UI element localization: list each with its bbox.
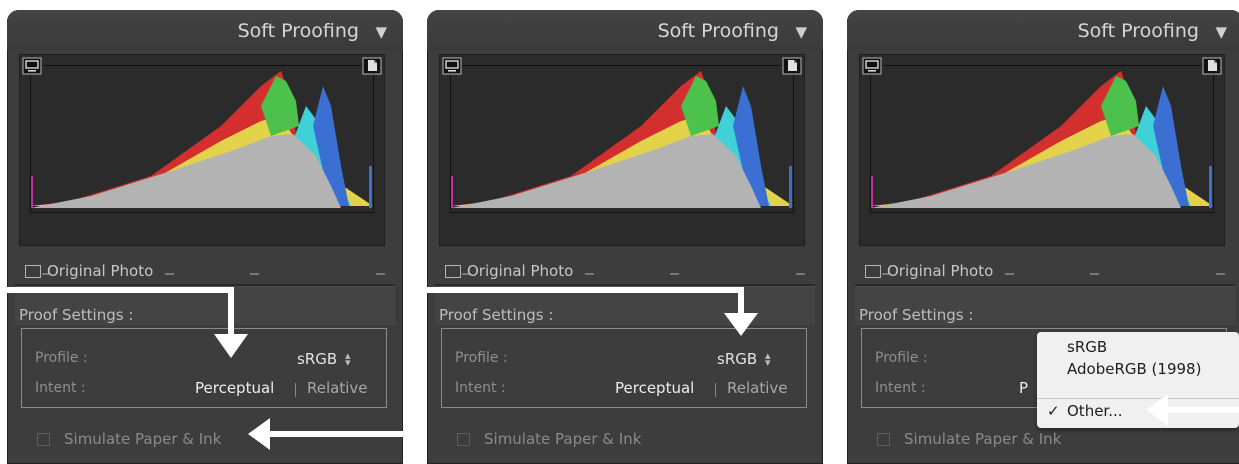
- original-photo-label: Original Photo: [47, 262, 154, 280]
- simulate-paper-ink-label: Simulate Paper & Ink: [484, 430, 642, 448]
- simulate-paper-ink-checkbox[interactable]: Simulate Paper & Ink: [457, 430, 641, 448]
- simulate-paper-ink-checkbox[interactable]: Simulate Paper & Ink: [37, 430, 221, 448]
- intent-perceptual-button[interactable]: Perceptual: [615, 379, 694, 397]
- histogram: [439, 54, 805, 275]
- panel-title[interactable]: Soft Proofing: [238, 20, 359, 42]
- original-photo-checkbox[interactable]: Original Photo: [865, 262, 993, 280]
- original-photo-checkbox[interactable]: Original Photo: [445, 262, 573, 280]
- intent-perceptual-button[interactable]: P: [1019, 379, 1028, 397]
- profile-label: Profile :: [875, 350, 928, 366]
- simulate-paper-ink-label: Simulate Paper & Ink: [904, 430, 1062, 448]
- intent-label: Intent :: [455, 380, 506, 396]
- proof-settings-label: Proof Settings :: [19, 306, 134, 324]
- checkbox-icon[interactable]: [445, 264, 461, 278]
- profile-select[interactable]: sRGB: [717, 350, 757, 368]
- dropdown-option-srgb[interactable]: sRGB: [1067, 338, 1107, 356]
- intent-relative-button[interactable]: Relative: [727, 379, 788, 397]
- simulate-paper-ink-checkbox[interactable]: Simulate Paper & Ink: [877, 430, 1061, 448]
- profile-label: Profile :: [35, 350, 88, 366]
- histogram: [19, 54, 385, 275]
- monitor-icon[interactable]: [442, 57, 462, 75]
- soft-proofing-panel-1: Soft Proofing ▼ Original Photo Proof Set…: [7, 10, 403, 464]
- stepper-icon[interactable]: ▴ ▾: [765, 350, 771, 368]
- triangle-down-icon[interactable]: ▼: [1215, 23, 1227, 41]
- intent-relative-button[interactable]: Relative: [307, 379, 368, 397]
- original-photo-label: Original Photo: [887, 262, 994, 280]
- profile-select[interactable]: sRGB: [297, 350, 337, 368]
- document-icon[interactable]: [1202, 57, 1222, 75]
- document-icon[interactable]: [362, 57, 382, 75]
- intent-label: Intent :: [875, 380, 926, 396]
- histogram-graph: [870, 65, 1214, 213]
- checkbox-icon[interactable]: [37, 432, 50, 446]
- checkbox-icon[interactable]: [25, 264, 41, 278]
- panel-title[interactable]: Soft Proofing: [658, 20, 779, 42]
- soft-proofing-panel-2: Soft Proofing ▼ Original Photo Proof Set…: [427, 10, 823, 464]
- checkbox-icon[interactable]: [457, 432, 470, 446]
- proof-settings-label: Proof Settings :: [439, 306, 554, 324]
- stepper-icon[interactable]: ▴ ▾: [345, 350, 351, 368]
- panel-title[interactable]: Soft Proofing: [1078, 20, 1199, 42]
- checkmark-icon: ✓: [1047, 402, 1060, 420]
- checkbox-icon[interactable]: [865, 264, 881, 278]
- intent-divider: [715, 383, 716, 397]
- proof-settings-label: Proof Settings :: [859, 306, 974, 324]
- dropdown-option-adobergb[interactable]: AdobeRGB (1998): [1067, 360, 1201, 378]
- triangle-down-icon[interactable]: ▼: [375, 23, 387, 41]
- histogram-graph: [450, 65, 794, 213]
- monitor-icon[interactable]: [22, 57, 42, 75]
- monitor-icon[interactable]: [862, 57, 882, 75]
- dropdown-divider: [1037, 398, 1239, 399]
- histogram-graph: [30, 65, 374, 213]
- triangle-down-icon[interactable]: ▼: [795, 23, 807, 41]
- checkbox-icon[interactable]: [877, 432, 890, 446]
- profile-label: Profile :: [455, 350, 508, 366]
- simulate-paper-ink-label: Simulate Paper & Ink: [64, 430, 222, 448]
- original-photo-label: Original Photo: [467, 262, 574, 280]
- dropdown-option-other[interactable]: Other...: [1067, 402, 1123, 420]
- profile-dropdown-menu: sRGB AdobeRGB (1998) ✓ Other...: [1037, 332, 1239, 428]
- intent-perceptual-button[interactable]: Perceptual: [195, 379, 274, 397]
- intent-label: Intent :: [35, 380, 86, 396]
- intent-divider: [295, 383, 296, 397]
- document-icon[interactable]: [782, 57, 802, 75]
- original-photo-checkbox[interactable]: Original Photo: [25, 262, 153, 280]
- histogram: [859, 54, 1225, 275]
